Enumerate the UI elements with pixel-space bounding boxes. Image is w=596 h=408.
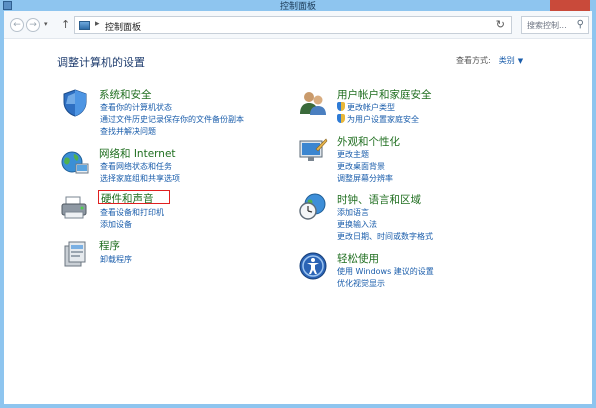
link-date-time-format[interactable]: 更改日期、时间或数字格式 [337,231,433,242]
clock-globe-icon[interactable] [298,192,328,222]
system-security-title[interactable]: 系统和安全 [99,87,152,102]
link-uninstall-program[interactable]: 卸载程序 [100,254,132,265]
link-homegroup[interactable]: 选择家庭组和共享选项 [100,173,180,184]
link-family-safety[interactable]: 为用户设置家庭安全 [337,114,419,125]
link-change-input-method[interactable]: 更换输入法 [337,219,377,230]
users-icon[interactable] [298,88,328,118]
recent-locations-dropdown[interactable]: ▾ [44,20,48,28]
link-change-background[interactable]: 更改桌面背景 [337,161,385,172]
uac-shield-icon [337,102,345,111]
uac-shield-icon [337,114,345,123]
navigation-bar: ← → ▾ ↑ ▸ 控制面板 ▾ ↻ 搜索控制... ⚲ [4,11,592,39]
view-by: 查看方式: 类别 ▼ [456,55,523,66]
printer-speaker-icon[interactable] [60,193,90,223]
link-change-theme[interactable]: 更改主题 [337,149,369,160]
link-add-language[interactable]: 添加语言 [337,207,369,218]
link-view-computer-status[interactable]: 查看你的计算机状态 [100,102,172,113]
breadcrumb-separator-icon: ▸ [95,19,100,29]
link-add-device[interactable]: 添加设备 [100,219,132,230]
view-by-value[interactable]: 类别 [499,56,515,65]
forward-button[interactable]: → [26,18,40,32]
chevron-down-icon[interactable]: ▼ [518,57,523,65]
up-button[interactable]: ↑ [61,18,70,31]
search-input[interactable]: 搜索控制... [527,20,567,31]
link-troubleshoot[interactable]: 查找并解决问题 [100,126,156,137]
link-devices-printers[interactable]: 查看设备和打印机 [100,207,164,218]
link-file-history[interactable]: 通过文件历史记录保存你的文件备份副本 [100,114,244,125]
clock-language-title[interactable]: 时钟、语言和区域 [337,192,421,207]
address-bar[interactable]: ▸ 控制面板 ▾ ↻ [74,16,554,34]
view-by-label: 查看方式: [456,56,491,65]
shield-icon[interactable] [60,88,90,118]
programs-icon[interactable] [60,238,90,268]
refresh-icon[interactable]: ↻ [496,18,505,31]
link-optimize-visual-display[interactable]: 优化视觉显示 [337,278,385,289]
network-title[interactable]: 网络和 Internet [99,146,176,161]
link-screen-resolution[interactable]: 调整屏幕分辨率 [337,173,393,184]
link-recommended-settings[interactable]: 使用 Windows 建议的设置 [337,266,434,277]
search-icon[interactable]: ⚲ [577,19,584,30]
user-accounts-title[interactable]: 用户帐户和家庭安全 [337,87,432,102]
page-title: 调整计算机的设置 [57,56,145,69]
ease-of-access-icon[interactable] [298,251,328,281]
ease-of-access-title[interactable]: 轻松使用 [337,251,379,266]
breadcrumb-control-panel[interactable]: 控制面板 [105,20,141,33]
control-panel-icon [79,21,90,30]
link-network-status[interactable]: 查看网络状态和任务 [100,161,172,172]
programs-title[interactable]: 程序 [99,238,120,253]
appearance-icon[interactable] [298,135,328,165]
search-box[interactable]: 搜索控制... ⚲ [521,16,589,34]
back-button[interactable]: ← [10,18,24,32]
title-bar: 控制面板 [0,0,596,12]
close-button[interactable] [550,0,590,11]
link-change-account-type[interactable]: 更改帐户类型 [337,102,395,113]
appearance-title[interactable]: 外观和个性化 [337,134,400,149]
highlight-box [98,190,170,204]
network-globe-icon[interactable] [60,148,90,178]
